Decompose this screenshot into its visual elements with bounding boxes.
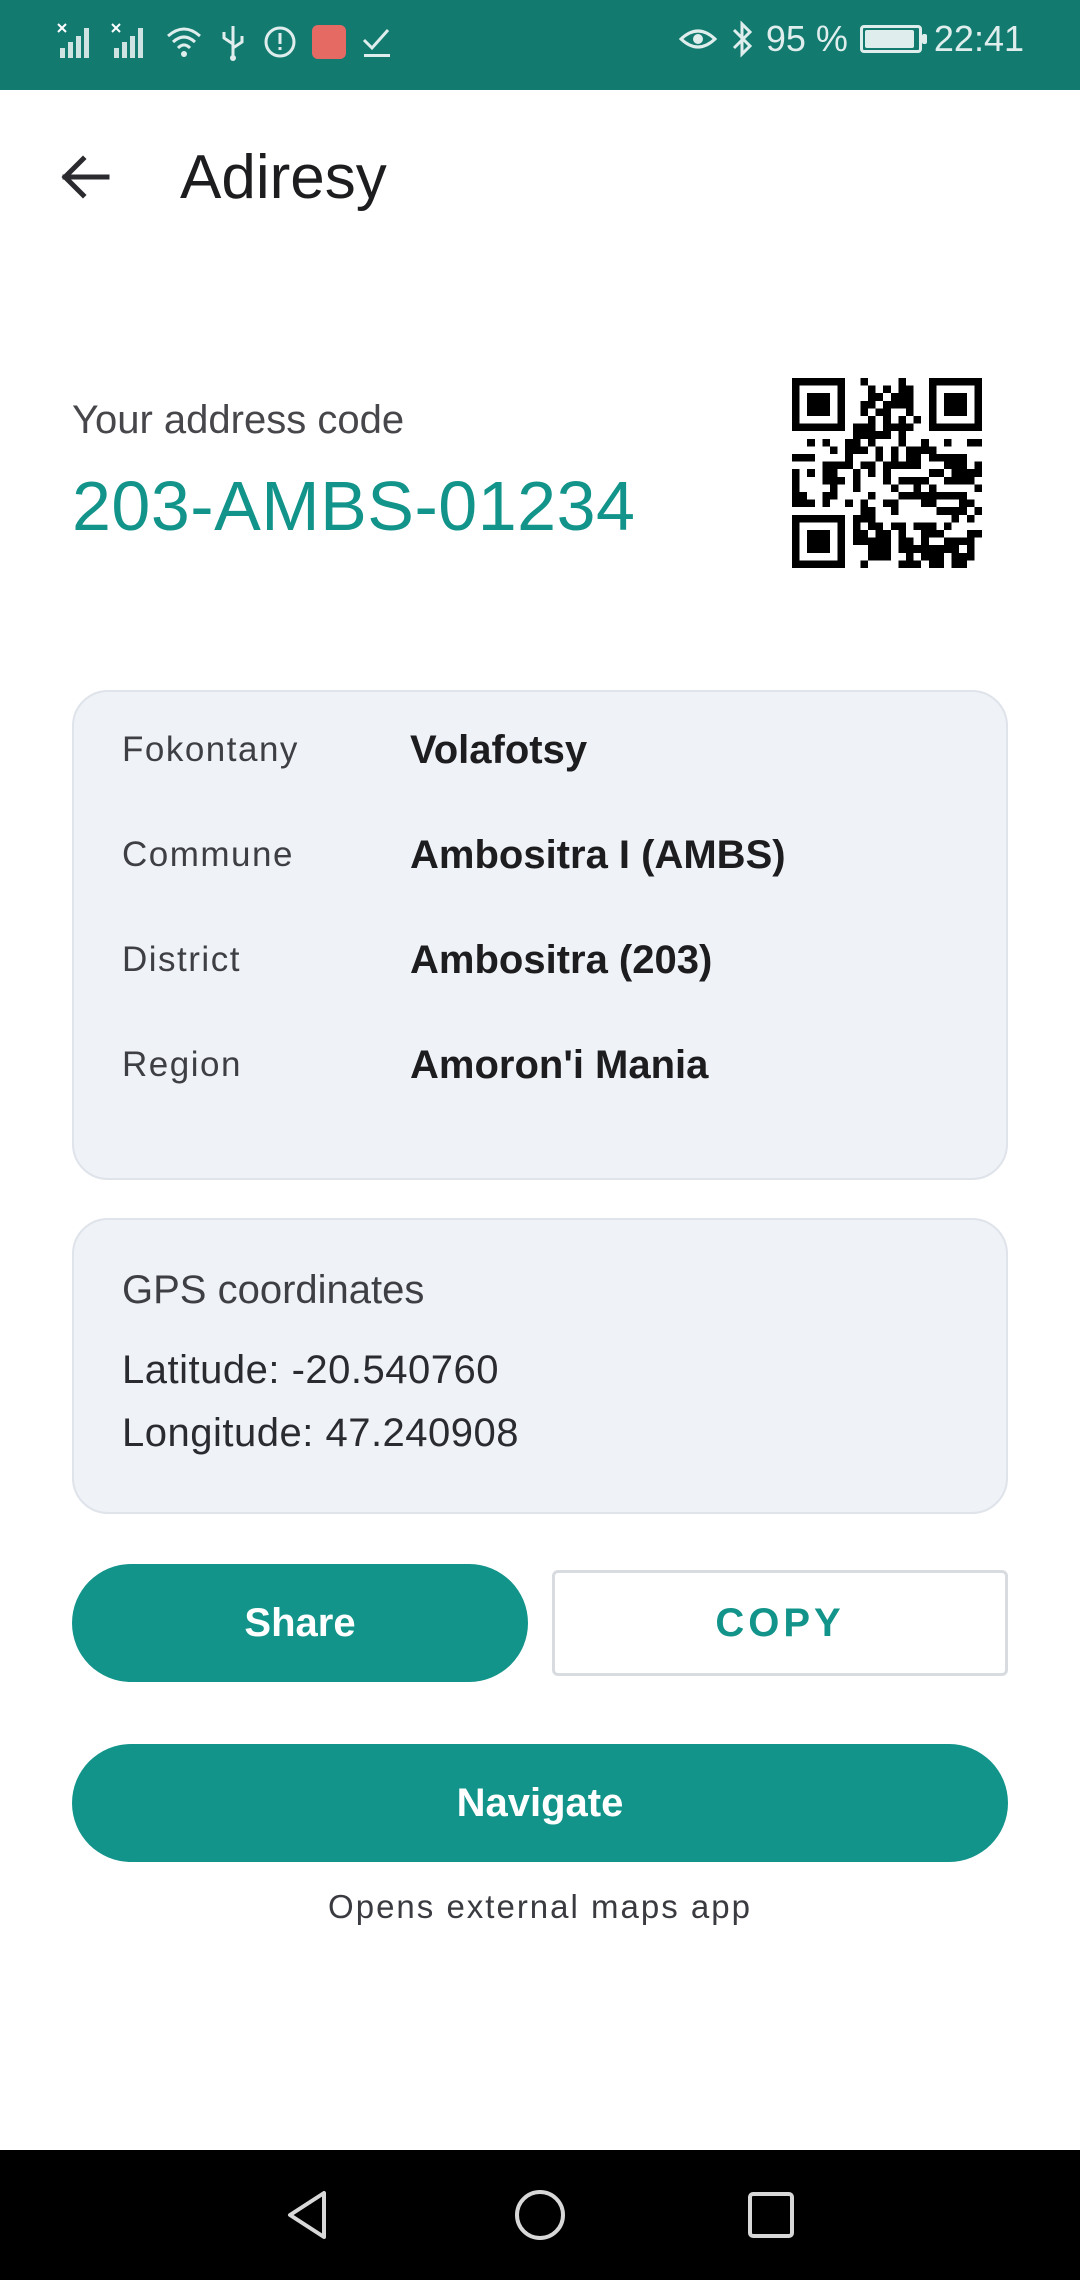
alert-icon <box>264 26 296 58</box>
square-recents-icon[interactable] <box>743 2187 799 2243</box>
usb-icon <box>222 26 244 61</box>
battery-fill <box>864 30 915 48</box>
wifi-icon <box>167 27 201 57</box>
circle-home-icon[interactable] <box>512 2187 568 2243</box>
status-icons-right: 95 % 22:41 <box>678 18 1024 60</box>
arrow-back-icon[interactable] <box>57 149 113 205</box>
signal-icon <box>111 23 143 58</box>
location-details-card: Fokontany Volafotsy Commune Ambositra I … <box>72 690 1008 1180</box>
back-button[interactable] <box>40 132 130 222</box>
detail-value: Ambositra I (AMBS) <box>410 832 786 877</box>
address-code-label: Your address code <box>72 398 405 442</box>
check-icon <box>362 29 390 57</box>
navigate-hint: Opens external maps app <box>328 1888 752 1925</box>
share-button[interactable]: Share <box>72 1564 528 1682</box>
gps-card: GPS coordinates Latitude: -20.540760 Lon… <box>72 1218 1008 1514</box>
triangle-back-icon[interactable] <box>280 2187 336 2243</box>
status-bar: 95 % 22:41 <box>0 0 1080 90</box>
app-bar: Adiresy <box>0 90 1080 286</box>
detail-value: Ambositra (203) <box>410 937 713 982</box>
detail-row-fokontany: Fokontany Volafotsy <box>122 720 962 780</box>
page-title: Adiresy <box>180 143 387 212</box>
nav-home-button[interactable] <box>507 2182 573 2248</box>
detail-label: Region <box>122 1045 242 1084</box>
qr-code-icon[interactable] <box>792 378 982 568</box>
gps-latitude: Latitude: -20.540760 <box>122 1348 499 1392</box>
copy-button[interactable]: COPY <box>552 1570 1008 1676</box>
detail-label: Commune <box>122 835 294 874</box>
address-code-value: 203-AMBS-01234 <box>72 467 636 545</box>
detail-label: Fokontany <box>122 730 299 769</box>
gps-title: GPS coordinates <box>122 1268 425 1312</box>
system-nav-bar <box>0 2150 1080 2280</box>
gps-longitude: Longitude: 47.240908 <box>122 1411 520 1455</box>
bluetooth-icon <box>732 20 752 58</box>
huawei-icon <box>312 25 346 59</box>
detail-value: Volafotsy <box>410 727 588 772</box>
nav-back-button[interactable] <box>275 2182 341 2248</box>
battery-percent: 95 % <box>765 18 848 59</box>
detail-row-region: Region Amoron'i Mania <box>122 1035 962 1095</box>
battery-icon <box>859 25 927 53</box>
detail-value: Amoron'i Mania <box>410 1042 709 1087</box>
signal-icon <box>57 23 89 58</box>
navigate-button[interactable]: Navigate <box>72 1744 1008 1862</box>
clock: 22:41 <box>933 18 1024 59</box>
eye-icon <box>678 29 718 49</box>
nav-recents-button[interactable] <box>738 2182 804 2248</box>
detail-label: District <box>122 940 241 979</box>
status-icons-left <box>56 22 394 62</box>
detail-row-commune: Commune Ambositra I (AMBS) <box>122 825 962 885</box>
detail-row-district: District Ambositra (203) <box>122 930 962 990</box>
